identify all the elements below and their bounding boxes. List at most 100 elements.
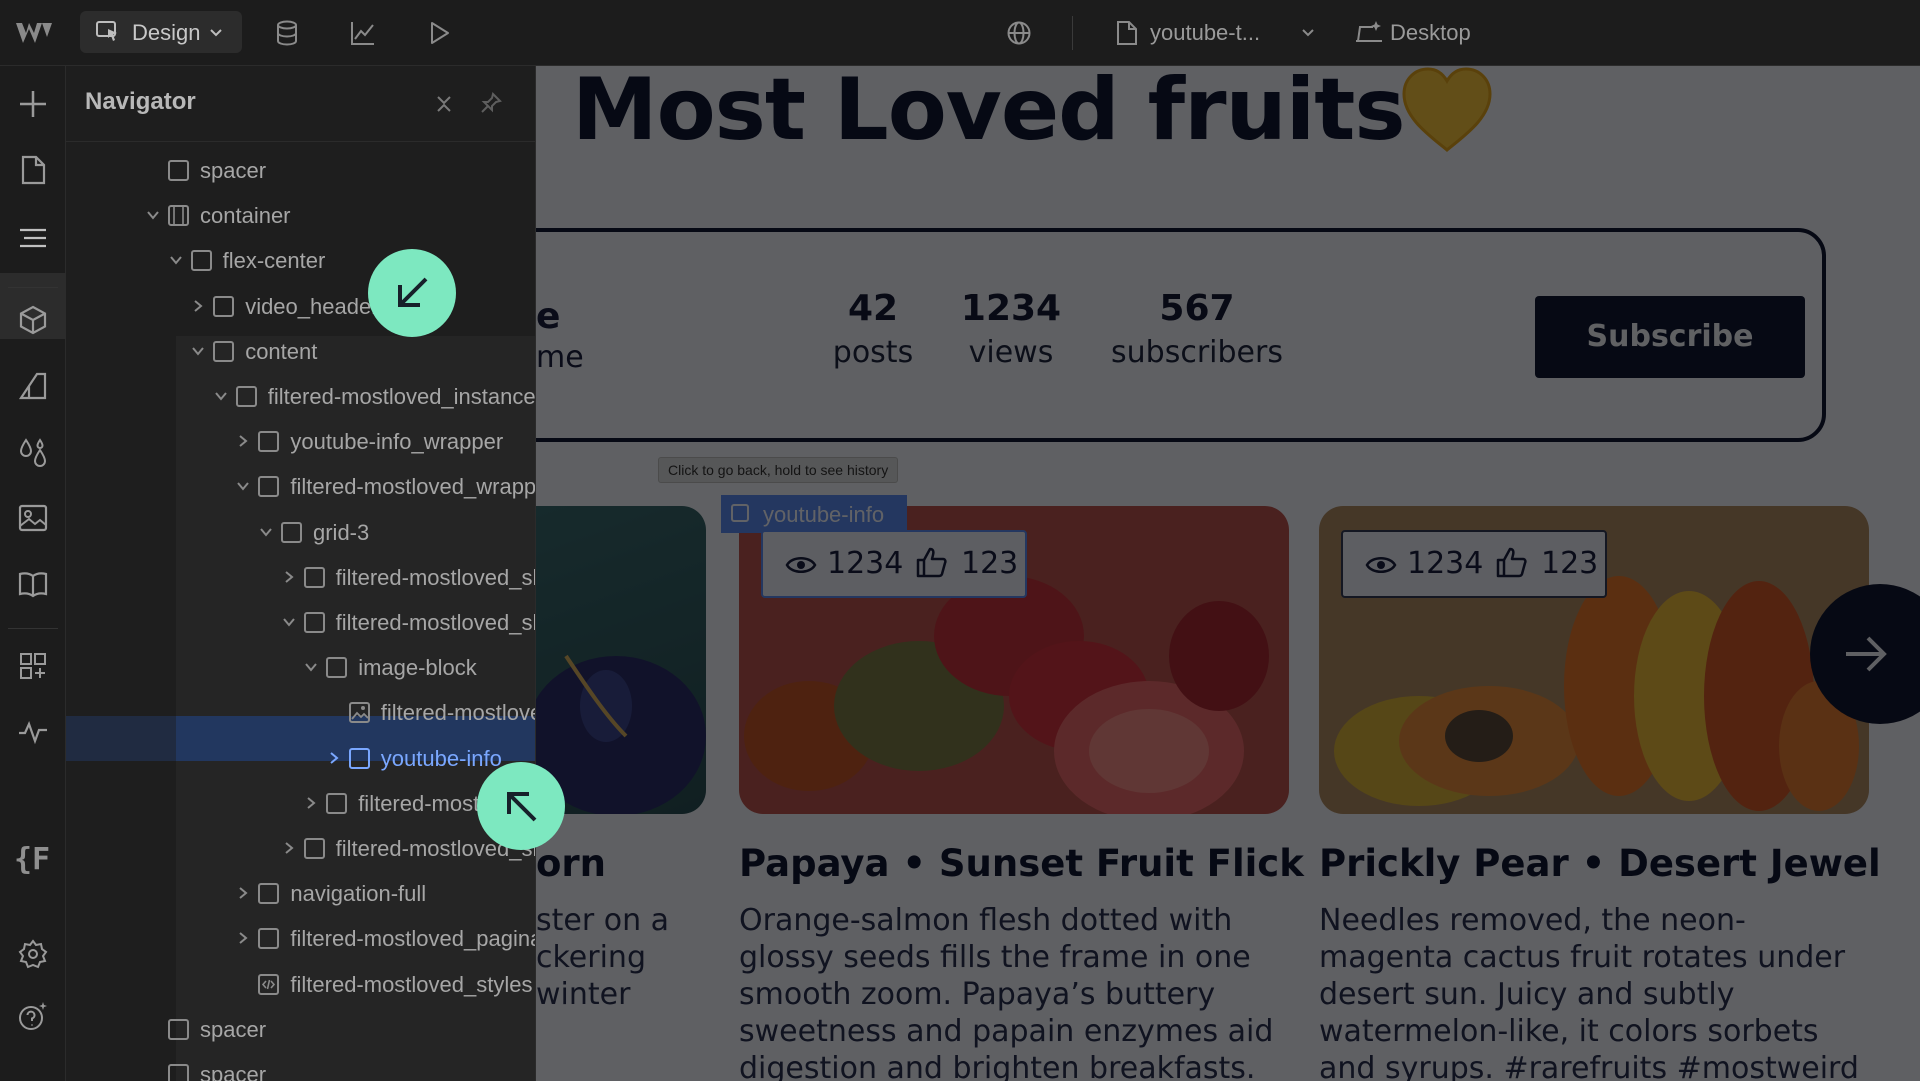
tree-item[interactable]: filtered-mostloved_pagination	[236, 916, 535, 961]
box-icon	[303, 566, 325, 588]
chevron-down-icon[interactable]	[259, 525, 273, 539]
eye-icon	[785, 553, 817, 577]
design-canvas[interactable]: Most Loved fruits e me 42 posts 1234 vie…	[536, 66, 1920, 1081]
navigator-icon[interactable]	[17, 222, 49, 254]
add-icon[interactable]	[17, 88, 49, 120]
eye-icon	[1365, 553, 1397, 577]
globe-icon[interactable]	[1006, 20, 1032, 46]
channel-name-fragment: e	[536, 296, 561, 337]
tree-item[interactable]: filtered-mostloved_wrapper	[236, 464, 536, 509]
database-icon[interactable]	[274, 20, 300, 46]
box-icon	[258, 883, 280, 905]
tree-item[interactable]: spacer	[146, 1052, 535, 1081]
chevron-right-icon[interactable]	[304, 796, 318, 810]
settings-gear-icon[interactable]	[17, 938, 49, 970]
chevron-right-icon[interactable]	[236, 886, 250, 900]
pages-icon[interactable]	[17, 154, 49, 186]
page-selector[interactable]: youtube-t...	[1150, 20, 1260, 46]
subscribe-button[interactable]: Subscribe	[1535, 296, 1805, 378]
chevron-down-icon[interactable]	[146, 208, 160, 222]
tree-item[interactable]: filtered-mostloved_instance	[214, 374, 536, 419]
card-title: Papaya • Sunset Fruit Flick	[739, 842, 1304, 885]
tree-item[interactable]: video_header	[191, 284, 535, 329]
tree-item-label: video_header	[245, 293, 379, 319]
tree-item[interactable]: image-block	[304, 645, 535, 690]
chevron-right-icon[interactable]	[236, 434, 250, 448]
stat-views: 1234 views	[956, 288, 1066, 370]
chevron-down-icon[interactable]	[1300, 24, 1326, 50]
chevron-right-icon[interactable]	[282, 570, 296, 584]
design-mode-dropdown[interactable]: Design	[80, 11, 242, 53]
pin-icon[interactable]	[480, 92, 502, 114]
box-icon	[303, 838, 325, 859]
chevron-right-icon[interactable]	[327, 751, 341, 765]
design-mode-label: Design	[132, 20, 201, 45]
collapse-all-icon[interactable]	[434, 94, 454, 114]
tree-item[interactable]: filtered-mostloved_slide	[282, 600, 536, 645]
description-line: watermelon-like, it colors sorbets	[1319, 1014, 1819, 1049]
description-line: Needles removed, the neon-	[1319, 903, 1746, 938]
style-selectors-icon[interactable]	[17, 370, 49, 402]
tree-item-label: spacer	[200, 158, 267, 183]
description-line: ckering	[536, 940, 646, 975]
apps-icon[interactable]	[17, 650, 49, 682]
yellow-heart-icon	[1400, 66, 1494, 152]
stat-subscribers: 567 subscribers	[1102, 288, 1292, 370]
youtube-info-pill[interactable]: 1234 123	[761, 530, 1027, 598]
help-icon[interactable]	[17, 1000, 49, 1032]
tree-item[interactable]: navigation-full	[236, 871, 535, 916]
assets-image-icon[interactable]	[17, 502, 49, 534]
selected-element-name: youtube-info	[763, 502, 885, 527]
chevron-down-icon[interactable]	[304, 660, 318, 674]
box-icon	[326, 792, 348, 814]
description-line: smooth zoom. Papaya’s buttery	[739, 977, 1216, 1012]
tree-item-label: youtube-info_wrapper	[290, 429, 504, 455]
tree-item-label: youtube-info	[380, 745, 502, 771]
tree-item-label: spacer	[200, 1016, 267, 1042]
analytics-icon[interactable]	[350, 20, 376, 46]
tree-item-label: content	[245, 338, 318, 364]
box-icon	[168, 1018, 189, 1040]
tree-item[interactable]: filtered-mostloved_image	[327, 690, 535, 735]
stat-value: 1234	[960, 288, 1062, 329]
chevron-down-icon[interactable]	[282, 615, 296, 629]
desktop-breakpoint-icon[interactable]	[1354, 19, 1384, 45]
chevron-right-icon[interactable]	[282, 841, 296, 855]
chevron-down-icon[interactable]	[169, 253, 183, 267]
stat-posts: 42 posts	[818, 288, 928, 370]
tree-item-label: filtered-mostloved_slide	[335, 610, 536, 635]
chevron-right-icon[interactable]	[191, 299, 205, 313]
top-bar: Design youtube-t... Desktop	[0, 0, 1920, 66]
tree-item[interactable]: flex-center	[169, 238, 535, 283]
tree-item[interactable]: filtered-mostloved_slide	[282, 555, 535, 600]
tree-item[interactable]: grid-3	[259, 510, 535, 555]
play-preview-icon[interactable]	[426, 20, 452, 46]
stat-value: 42	[847, 288, 899, 329]
tree-item[interactable]: youtube-info_wrapper	[236, 419, 535, 464]
cms-book-icon[interactable]	[17, 568, 49, 600]
box-icon	[258, 928, 280, 950]
youtube-info-pill[interactable]: 1234 123	[1341, 530, 1607, 598]
webflow-logo[interactable]	[14, 19, 54, 47]
chevron-down-icon[interactable]	[214, 389, 228, 403]
tree-item[interactable]: container	[146, 193, 535, 238]
tree-item[interactable]: filtered-mostloved_styles	[236, 962, 535, 1007]
code-f-icon[interactable]: {F	[14, 842, 50, 877]
variables-drops-icon[interactable]	[17, 436, 49, 468]
tree-item-label: filtered-mostloved_wrapper	[290, 474, 536, 500]
likes-count: 123	[1541, 546, 1599, 581]
box-icon	[235, 386, 257, 407]
components-icon[interactable]	[17, 304, 49, 336]
tree-item[interactable]: spacer	[146, 148, 535, 193]
tree-item-label: filtered-mostloved_instance	[267, 384, 536, 409]
tree-item[interactable]: spacer	[146, 1007, 535, 1052]
tree-item-label: filtered-mostloved_image	[380, 700, 535, 726]
chevron-down-icon[interactable]	[191, 344, 205, 358]
tree-item[interactable]: content	[191, 329, 535, 374]
description-line: winter	[536, 977, 631, 1012]
activity-pulse-icon[interactable]	[17, 716, 49, 748]
chevron-right-icon[interactable]	[236, 931, 250, 945]
page-heading[interactable]: Most Loved fruits	[572, 66, 1406, 160]
card-image-plum[interactable]	[536, 506, 706, 814]
chevron-down-icon[interactable]	[236, 479, 250, 493]
